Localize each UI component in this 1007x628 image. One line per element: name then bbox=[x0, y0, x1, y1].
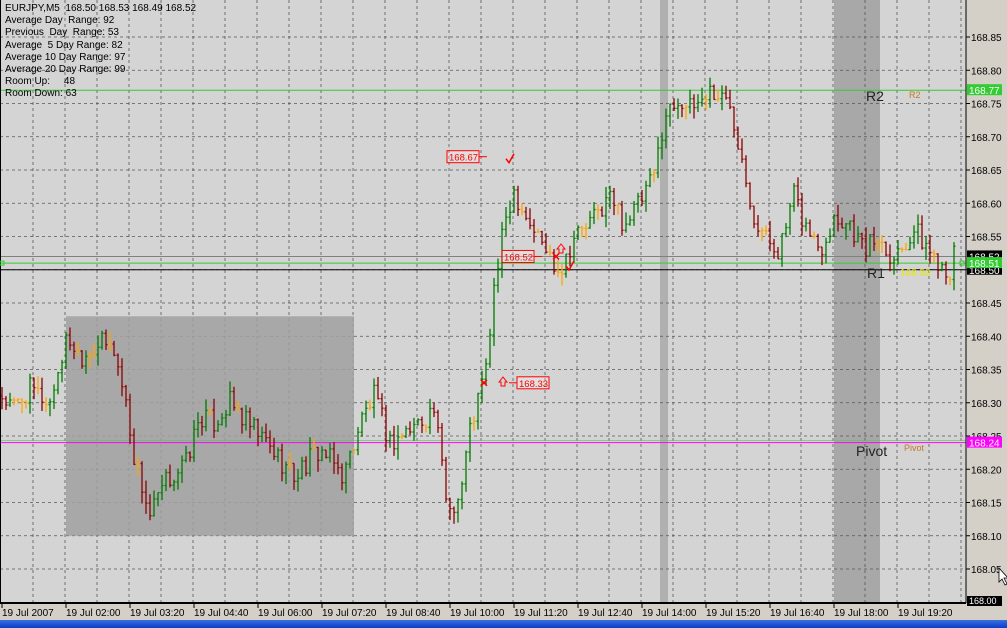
pivot-price-tag: 168.24 bbox=[969, 439, 1000, 450]
y-tick-label: 168.60 bbox=[971, 199, 1002, 210]
bottom-price-tag: 168.00 bbox=[969, 596, 997, 606]
symbol-quote: EURJPY,M5 168.50 168.53 168.49 168.52 bbox=[5, 3, 197, 14]
y-tick-label: 168.75 bbox=[971, 100, 1002, 111]
bid-price-tag: 168.51 bbox=[969, 259, 1000, 270]
y-tick-label: 168.55 bbox=[971, 233, 1002, 244]
info-line: Previous Day Range: 53 bbox=[5, 27, 119, 39]
annotation-label: 168.52 bbox=[504, 252, 533, 263]
y-tick-label: 168.45 bbox=[971, 299, 1002, 310]
x-tick-label: 19 Jul 07:20 bbox=[322, 608, 377, 619]
x-tick-label: 19 Jul 2007 bbox=[2, 608, 54, 619]
y-tick-label: 168.70 bbox=[971, 133, 1002, 144]
y-tick-label: 168.30 bbox=[971, 399, 1002, 410]
x-tick-label: 19 Jul 15:20 bbox=[706, 608, 761, 619]
x-tick-label: 19 Jul 19:20 bbox=[898, 608, 953, 619]
r2-small-label: R2 bbox=[909, 90, 921, 100]
x-tick-label: 19 Jul 10:00 bbox=[450, 608, 505, 619]
y-tick-label: 168.15 bbox=[971, 499, 1002, 510]
annotation-label: 168.33 bbox=[519, 379, 548, 390]
y-tick-label: 168.05 bbox=[971, 565, 1002, 576]
x-tick-label: 19 Jul 02:00 bbox=[66, 608, 121, 619]
r1-label: R1 bbox=[867, 265, 885, 281]
y-tick-label: 168.40 bbox=[971, 332, 1002, 343]
window-bottom-bar bbox=[0, 620, 1007, 628]
x-tick-label: 19 Jul 08:40 bbox=[386, 608, 441, 619]
y-tick-label: 168.35 bbox=[971, 366, 1002, 377]
pivot-label: Pivot bbox=[856, 443, 887, 459]
x-tick-label: 19 Jul 06:00 bbox=[258, 608, 313, 619]
x-tick-label: 19 Jul 11:20 bbox=[514, 608, 568, 619]
x-tick-label: 19 Jul 18:00 bbox=[834, 608, 889, 619]
range-box-rect bbox=[66, 316, 354, 536]
y-tick-label: 168.85 bbox=[971, 33, 1002, 44]
pivot-small-label: Pivot bbox=[904, 443, 925, 453]
x-tick-label: 19 Jul 16:40 bbox=[770, 608, 825, 619]
info-line: Room Up: 48 bbox=[5, 76, 76, 88]
r2-price-tag: 168.77 bbox=[969, 86, 1000, 97]
r1-small-label: 168.50 bbox=[900, 268, 931, 279]
chart-info-panel: EURJPY,M5 168.50 168.53 168.49 168.52 Ave… bbox=[5, 3, 196, 101]
info-line: Room Down: 63 bbox=[5, 88, 77, 100]
info-line: Average 5 Day Range: 82 bbox=[5, 39, 123, 51]
y-tick-label: 168.20 bbox=[971, 465, 1002, 476]
range-box bbox=[66, 316, 354, 536]
y-tick-label: 168.10 bbox=[971, 532, 1002, 543]
x-tick-label: 19 Jul 14:00 bbox=[642, 608, 697, 619]
annotation-label: 168.67 bbox=[449, 153, 478, 164]
info-line: Average Day Range: 92 bbox=[5, 15, 115, 27]
x-tick-label: 19 Jul 12:40 bbox=[578, 608, 633, 619]
x-tick-label: 19 Jul 04:40 bbox=[194, 608, 249, 619]
y-tick-label: 168.65 bbox=[971, 166, 1002, 177]
info-line: Average 20 Day Range: 99 bbox=[5, 64, 126, 76]
y-tick-label: 168.80 bbox=[971, 66, 1002, 77]
r2-label: R2 bbox=[866, 88, 884, 104]
info-line: Average 10 Day Range: 97 bbox=[5, 51, 126, 63]
x-tick-label: 19 Jul 03:20 bbox=[130, 608, 185, 619]
